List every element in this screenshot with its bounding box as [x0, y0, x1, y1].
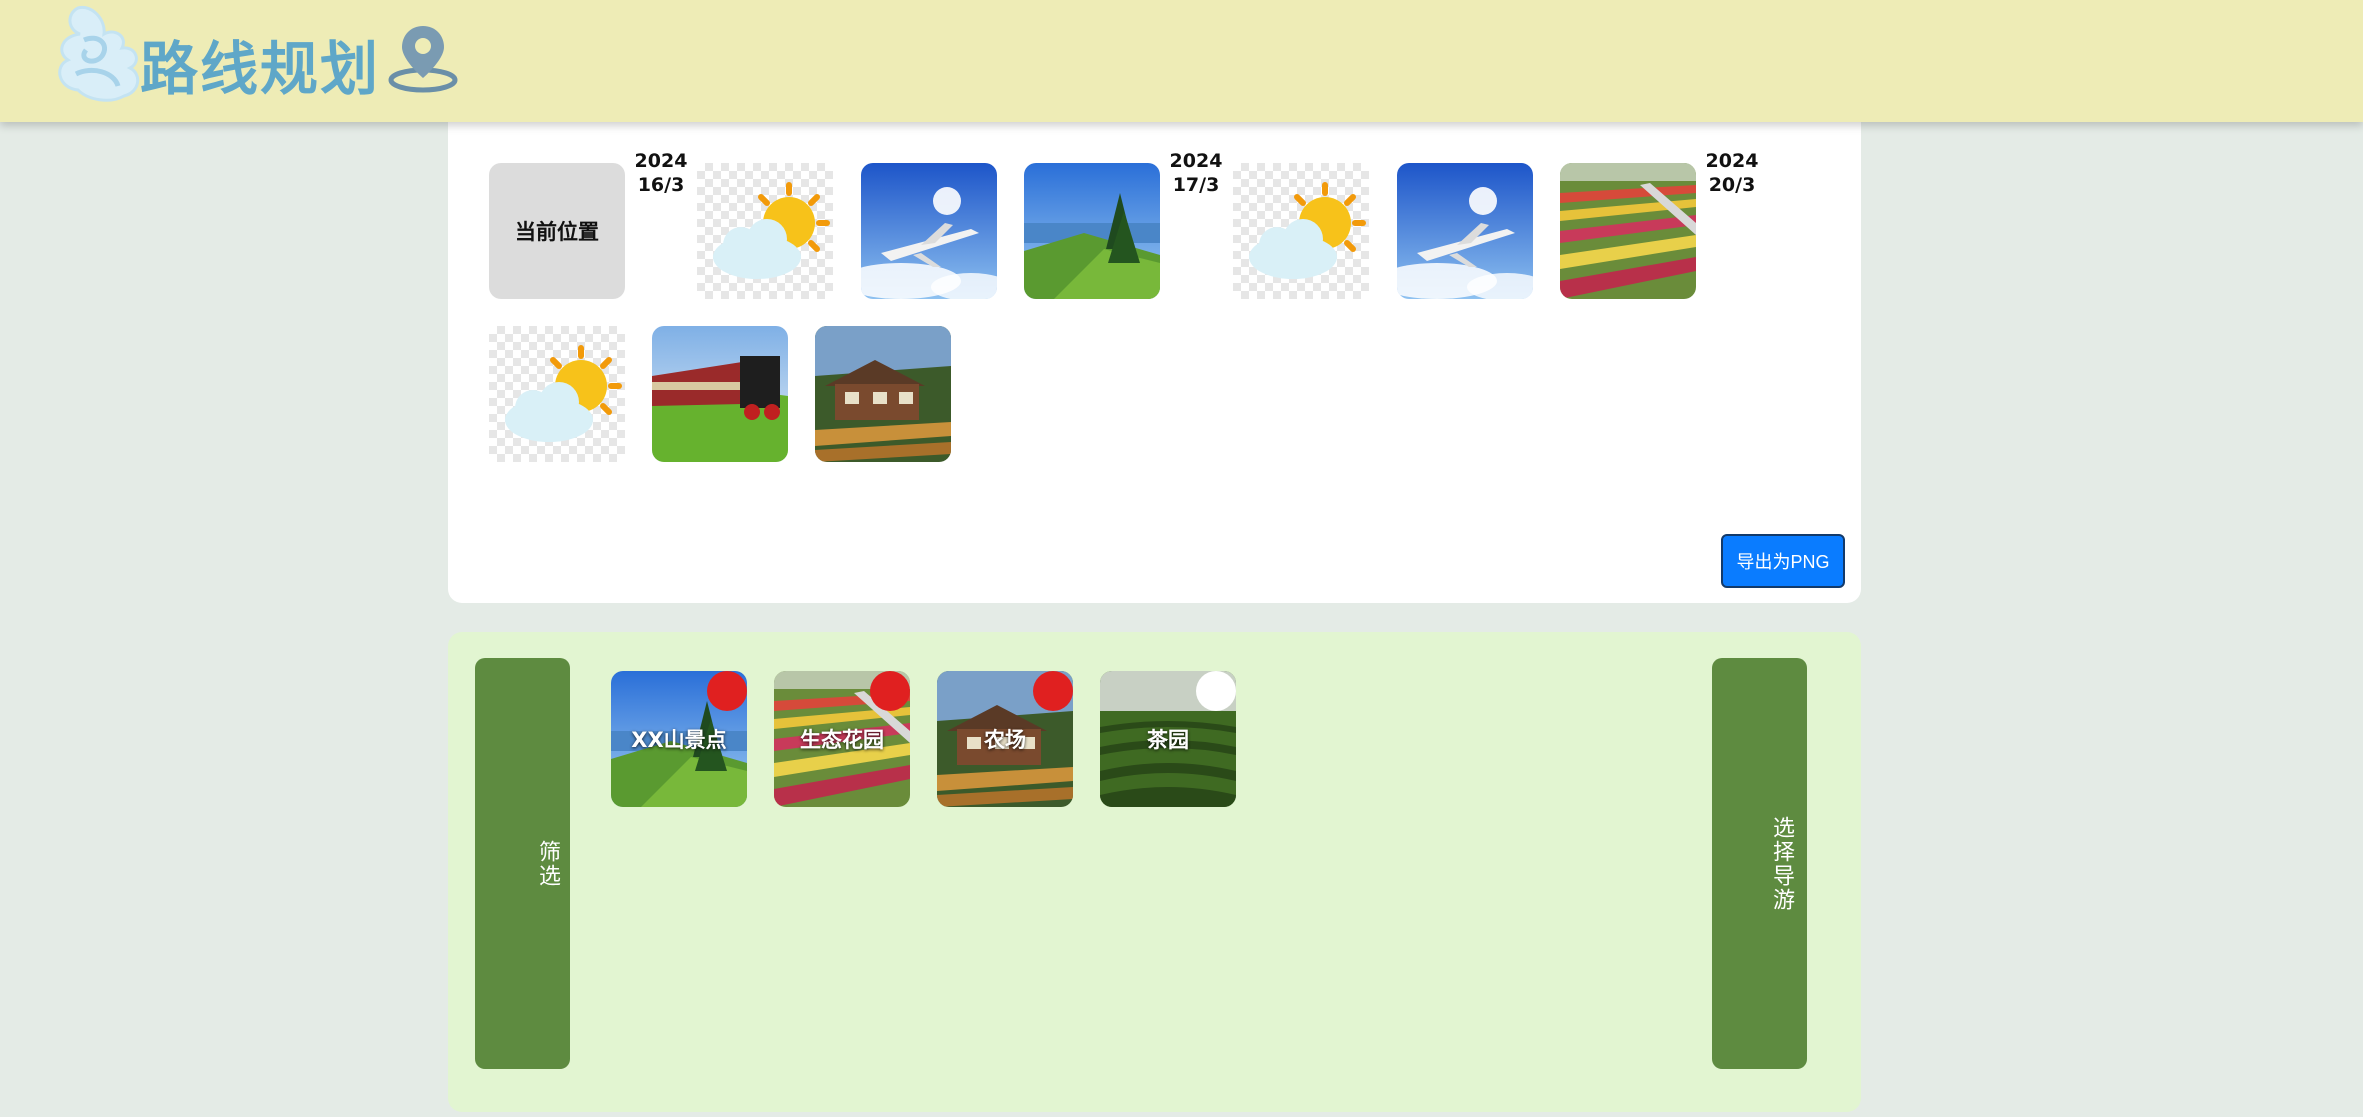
spot-card[interactable]: 茶园: [1100, 671, 1236, 807]
selected-marker-icon: [1033, 671, 1073, 711]
app-title: 路线规划: [140, 35, 381, 103]
weather-sunny-cloud-icon[interactable]: [1233, 163, 1369, 299]
flower-field-image[interactable]: [1560, 163, 1696, 299]
train-image[interactable]: [652, 326, 788, 462]
weather-sunny-cloud-icon[interactable]: [489, 326, 625, 462]
cloud-logo-icon: [58, 5, 140, 102]
spot-selection-panel: 筛选 XX山景点 生态花园 农场 茶园 选择导游: [448, 632, 1861, 1112]
spot-card[interactable]: 生态花园: [774, 671, 910, 807]
spot-card[interactable]: XX山景点: [611, 671, 747, 807]
selected-marker-icon: [707, 671, 747, 711]
spot-card[interactable]: 农场: [937, 671, 1073, 807]
date-label-day1: 2024 16/3: [634, 150, 688, 196]
farm-lodge-image[interactable]: [815, 326, 951, 462]
export-png-button[interactable]: 导出为PNG: [1721, 534, 1845, 588]
date-label-day2: 2024 17/3: [1169, 150, 1223, 196]
weather-sunny-cloud-icon[interactable]: [697, 163, 833, 299]
filter-button[interactable]: 筛选: [475, 658, 570, 1069]
airplane-image[interactable]: [861, 163, 997, 299]
mountain-lake-image[interactable]: [1024, 163, 1160, 299]
current-location-tile[interactable]: 当前位置: [489, 163, 625, 299]
map-pin-icon: [388, 26, 458, 93]
app-header: 路线规划: [0, 0, 2363, 122]
selected-marker-icon: [870, 671, 910, 711]
select-guide-button[interactable]: 选择导游: [1712, 658, 1807, 1069]
select-guide-button-label: 选择导游: [1769, 815, 1794, 912]
filter-button-label: 筛选: [535, 839, 560, 888]
airplane-image[interactable]: [1397, 163, 1533, 299]
date-label-day3: 2024 20/3: [1705, 150, 1759, 196]
unselected-marker-icon: [1196, 671, 1236, 711]
route-plan-panel: 当前位置 2024 16/3 2024 17/3 2024 20/3 导出为PN…: [448, 122, 1861, 603]
